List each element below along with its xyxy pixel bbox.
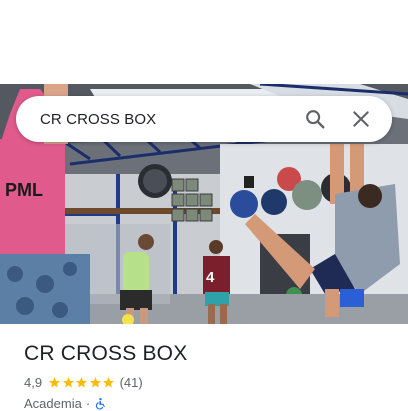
- search-icon: [306, 110, 325, 129]
- place-info-panel: CR CROSS BOX 4,9 (41) Academia ·: [0, 324, 408, 411]
- place-category: Academia: [24, 396, 82, 411]
- rating-row[interactable]: 4,9 (41): [24, 375, 143, 390]
- svg-text:PML: PML: [5, 180, 43, 200]
- close-icon: [353, 111, 369, 127]
- star-icon: [103, 377, 114, 388]
- search-input[interactable]: CR CROSS BOX: [40, 111, 286, 128]
- clear-search-button[interactable]: [344, 102, 378, 136]
- star-icon: [62, 377, 74, 388]
- jersey-number: 4: [206, 269, 215, 286]
- star-icon: [76, 377, 87, 388]
- search-bar[interactable]: CR CROSS BOX: [16, 96, 392, 142]
- wheelchair-icon: [96, 397, 105, 410]
- review-count[interactable]: (41): [120, 375, 143, 390]
- rating-value: 4,9: [24, 375, 43, 390]
- category-row: Academia ·: [24, 396, 107, 411]
- map-top-area: [0, 0, 408, 84]
- search-button[interactable]: [298, 102, 332, 136]
- separator: ·: [85, 396, 91, 411]
- star-icon: [49, 377, 60, 388]
- place-title: CR CROSS BOX: [24, 342, 188, 365]
- star-icon: [89, 377, 101, 388]
- rating-stars: [48, 376, 116, 389]
